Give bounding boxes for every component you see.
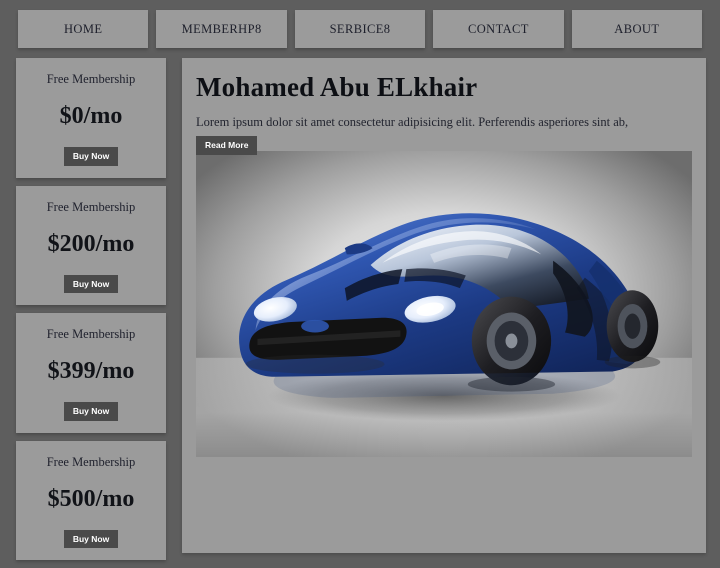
buy-now-button[interactable]: Buy Now <box>64 147 118 166</box>
nav-item-home[interactable]: HOME <box>18 10 148 48</box>
hero-car-image <box>196 151 692 457</box>
rear-wheel <box>607 290 659 362</box>
pricing-card-price: $399/mo <box>22 358 160 385</box>
page-title: Mohamed Abu ELkhair <box>196 72 692 103</box>
sports-car-illustration <box>196 151 692 457</box>
pricing-sidebar: Free Membership $0/mo Buy Now Free Membe… <box>0 58 166 568</box>
nav-item-about[interactable]: ABOUT <box>572 10 702 48</box>
read-more-button[interactable]: Read More <box>196 136 257 155</box>
pricing-card-price: $500/mo <box>22 486 160 513</box>
buy-now-button[interactable]: Buy Now <box>64 402 118 421</box>
nav-item-services[interactable]: SERBICE8 <box>295 10 425 48</box>
pricing-card-title: Free Membership <box>22 327 160 342</box>
pricing-card-title: Free Membership <box>22 455 160 470</box>
pricing-card: Free Membership $399/mo Buy Now <box>16 313 166 433</box>
intro-paragraph: Lorem ipsum dolor sit amet consectetur a… <box>196 115 692 130</box>
front-wheel <box>472 296 551 385</box>
pricing-card: Free Membership $200/mo Buy Now <box>16 186 166 306</box>
buy-now-button[interactable]: Buy Now <box>64 530 118 549</box>
pricing-card: Free Membership $0/mo Buy Now <box>16 58 166 178</box>
pricing-card-title: Free Membership <box>22 72 160 87</box>
pricing-card-price: $0/mo <box>22 103 160 130</box>
main-navigation: HOME MEMBERHP8 SERBICE8 CONTACT ABOUT <box>0 0 720 58</box>
content-area: Free Membership $0/mo Buy Now Free Membe… <box>0 58 720 553</box>
pricing-card-title: Free Membership <box>22 200 160 215</box>
nav-item-contact[interactable]: CONTACT <box>433 10 563 48</box>
page-root: HOME MEMBERHP8 SERBICE8 CONTACT ABOUT Fr… <box>0 0 720 553</box>
nav-item-memberships[interactable]: MEMBERHP8 <box>156 10 286 48</box>
buy-now-button[interactable]: Buy Now <box>64 275 118 294</box>
pricing-card-price: $200/mo <box>22 231 160 258</box>
pricing-card: Free Membership $500/mo Buy Now <box>16 441 166 561</box>
main-content-panel: Mohamed Abu ELkhair Lorem ipsum dolor si… <box>182 58 706 553</box>
